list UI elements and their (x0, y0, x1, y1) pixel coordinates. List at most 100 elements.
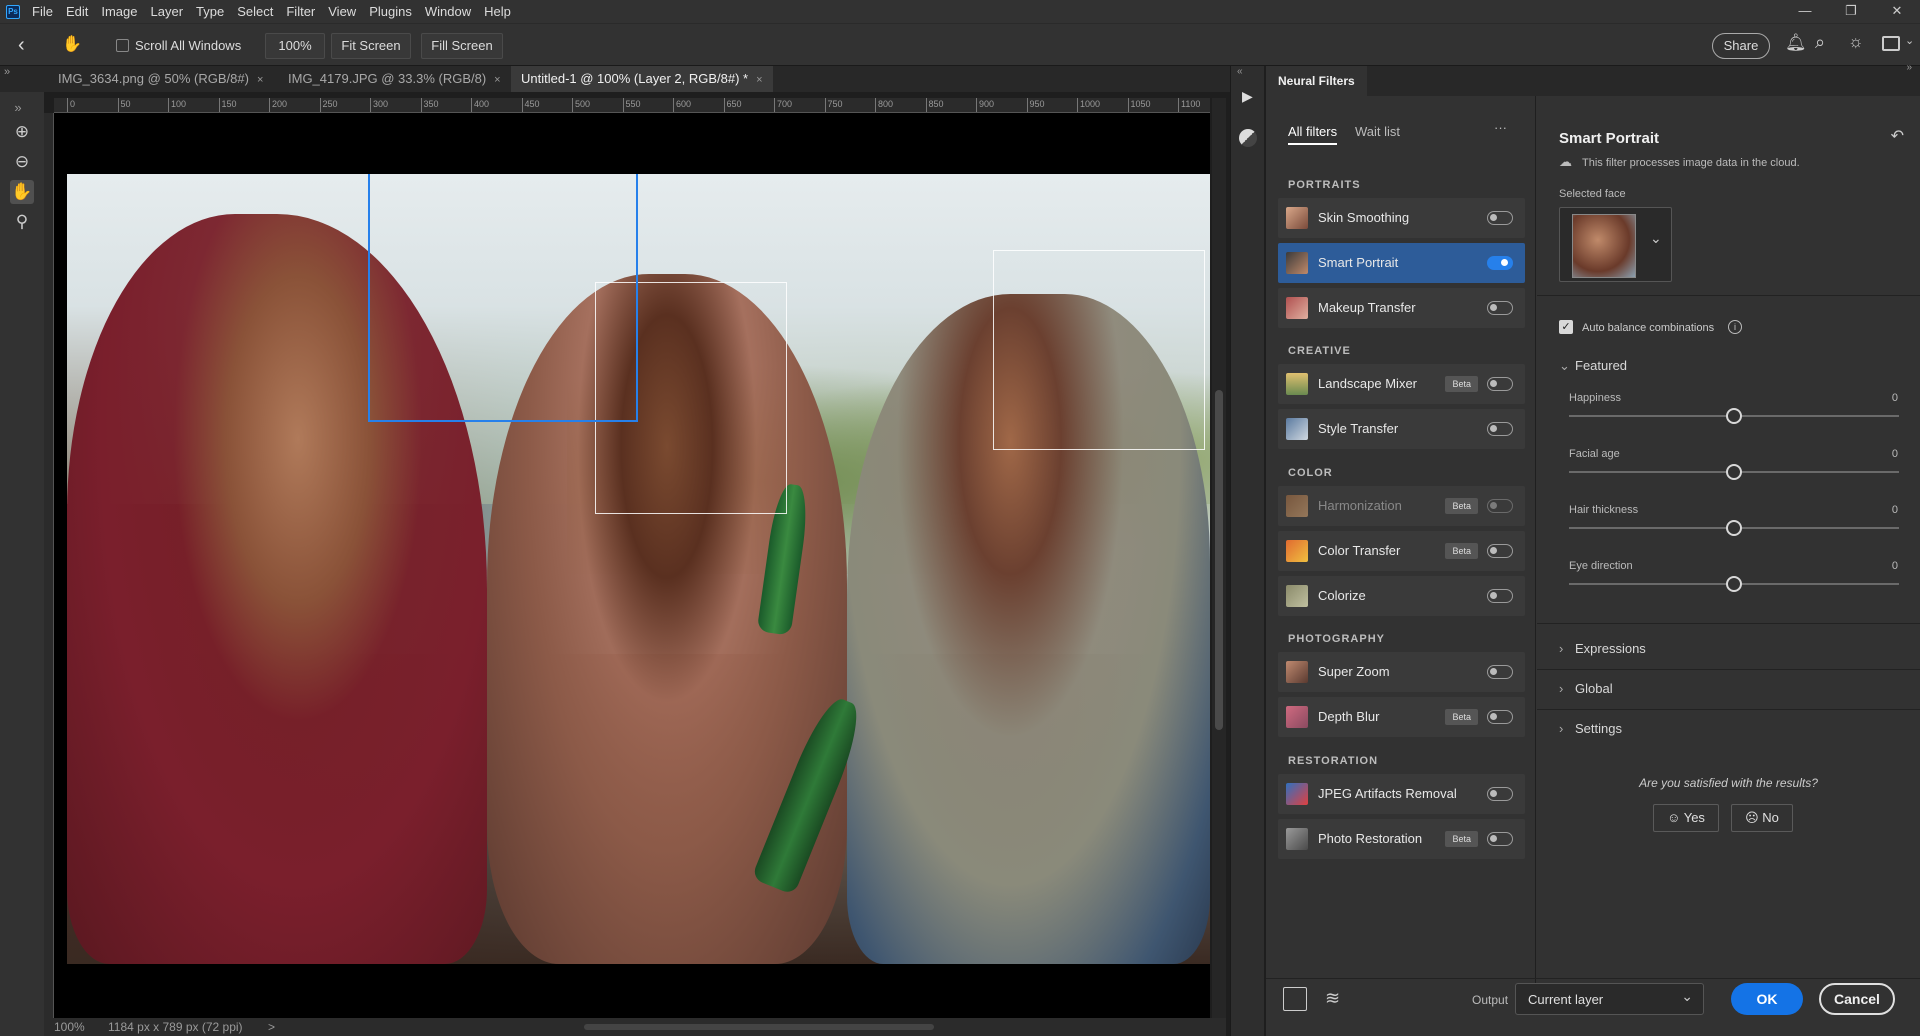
filter-skin-smoothing[interactable]: Skin Smoothing (1278, 198, 1525, 238)
scrollbar-thumb[interactable] (1215, 390, 1223, 730)
hand-tool-icon[interactable]: ✋ (62, 34, 82, 54)
reset-icon[interactable]: ↶ (1891, 126, 1904, 146)
tab-img-3634[interactable]: IMG_3634.png @ 50% (RGB/8#) × (48, 66, 273, 92)
feedback-no-button[interactable]: ☹ No (1731, 804, 1793, 832)
status-zoom[interactable]: 100% (54, 1018, 85, 1036)
back-arrow-icon[interactable]: ‹ (18, 34, 25, 57)
more-options-icon[interactable]: ··· (1494, 120, 1507, 135)
filter-smart-portrait[interactable]: Smart Portrait (1278, 243, 1525, 283)
filter-colorize[interactable]: Colorize (1278, 576, 1525, 616)
facial-age-value[interactable]: 0 (1892, 448, 1898, 460)
restore-button[interactable]: ❐ (1828, 0, 1874, 23)
filter-makeup-transfer[interactable]: Makeup Transfer (1278, 288, 1525, 328)
adjustments-icon[interactable] (1239, 129, 1257, 147)
status-menu-arrow[interactable]: > (268, 1018, 275, 1036)
horizontal-scrollbar-thumb[interactable] (584, 1024, 934, 1030)
filter-jpeg-artifacts-removal[interactable]: JPEG Artifacts Removal (1278, 774, 1525, 814)
menu-window[interactable]: Window (425, 4, 471, 19)
super-zoom-toggle[interactable] (1487, 665, 1513, 679)
layers-icon[interactable]: ≋ (1325, 988, 1340, 1009)
eye-direction-slider-knob[interactable] (1726, 576, 1742, 592)
color-transfer-toggle[interactable] (1487, 544, 1513, 558)
bell-icon[interactable]: 🔔︎ (1785, 33, 1807, 53)
depth-blur-toggle[interactable] (1487, 710, 1513, 724)
tab-close-icon[interactable]: × (257, 74, 263, 86)
output-select[interactable]: Current layer ⌄ (1515, 983, 1704, 1015)
skin-smoothing-toggle[interactable] (1487, 211, 1513, 225)
menu-edit[interactable]: Edit (66, 4, 88, 19)
menu-plugins[interactable]: Plugins (369, 4, 412, 19)
filter-super-zoom[interactable]: Super Zoom (1278, 652, 1525, 692)
filter-landscape-mixer[interactable]: Landscape Mixer Beta (1278, 364, 1525, 404)
zoom-out-icon[interactable]: ⊖ (10, 150, 34, 174)
happiness-value[interactable]: 0 (1892, 392, 1898, 404)
tab-close-icon[interactable]: × (756, 74, 762, 86)
zoom-value-field[interactable]: 100% (265, 33, 325, 59)
filter-photo-restoration[interactable]: Photo Restoration Beta (1278, 819, 1525, 859)
minimize-button[interactable]: — (1782, 0, 1828, 23)
menu-view[interactable]: View (328, 4, 356, 19)
collapse-strip-icon[interactable]: « (1237, 66, 1243, 77)
tab-wait-list[interactable]: Wait list (1355, 124, 1400, 139)
hair-thickness-slider-knob[interactable] (1726, 520, 1742, 536)
fill-screen-button[interactable]: Fill Screen (421, 33, 503, 59)
settings-section-header[interactable]: › Settings (1559, 721, 1622, 736)
menu-select[interactable]: Select (237, 4, 273, 19)
jpeg-artifacts-toggle[interactable] (1487, 787, 1513, 801)
filter-style-transfer[interactable]: Style Transfer (1278, 409, 1525, 449)
filter-color-transfer[interactable]: Color Transfer Beta (1278, 531, 1525, 571)
document-canvas[interactable] (54, 113, 1210, 1018)
tab-close-icon[interactable]: × (494, 74, 500, 86)
menu-filter[interactable]: Filter (286, 4, 315, 19)
tab-img-4179[interactable]: IMG_4179.JPG @ 33.3% (RGB/8) × (278, 66, 511, 92)
expressions-section-header[interactable]: › Expressions (1559, 641, 1646, 656)
fit-screen-button[interactable]: Fit Screen (331, 33, 411, 59)
photo-restoration-toggle[interactable] (1487, 832, 1513, 846)
collapse-panel-icon[interactable]: » (1906, 62, 1912, 73)
canvas-vertical-scrollbar[interactable] (1212, 98, 1226, 1018)
expand-toolbar-icon[interactable]: » (6, 96, 30, 120)
facial-age-slider-knob[interactable] (1726, 464, 1742, 480)
menu-file[interactable]: File (32, 4, 53, 19)
workspace-chevron-down-icon[interactable]: ⌄ (1905, 34, 1914, 47)
makeup-transfer-toggle[interactable] (1487, 301, 1513, 315)
chevron-down-icon[interactable]: ⌄ (1650, 230, 1662, 247)
zoom-in-icon[interactable]: ⊕ (10, 120, 34, 144)
tab-untitled-1[interactable]: Untitled-1 @ 100% (Layer 2, RGB/8#) * × (511, 66, 773, 92)
feedback-yes-button[interactable]: ☺ Yes (1653, 804, 1719, 832)
auto-balance-checkbox[interactable]: ✓ (1559, 320, 1573, 334)
tab-all-filters[interactable]: All filters (1288, 124, 1338, 145)
filter-depth-blur[interactable]: Depth Blur Beta (1278, 697, 1525, 737)
featured-section-header[interactable]: ⌄ Featured (1559, 358, 1627, 374)
face-selector[interactable]: ⌄ (1559, 207, 1672, 282)
style-transfer-toggle[interactable] (1487, 422, 1513, 436)
search-icon[interactable]: ⌕ (1815, 32, 1825, 53)
colorize-toggle[interactable] (1487, 589, 1513, 603)
face-box-selected[interactable] (368, 174, 638, 422)
zoom-tool-icon[interactable]: ⚲ (10, 210, 34, 234)
ok-button[interactable]: OK (1731, 983, 1803, 1015)
smart-portrait-toggle[interactable] (1487, 256, 1513, 270)
menu-layer[interactable]: Layer (151, 4, 184, 19)
menu-image[interactable]: Image (101, 4, 137, 19)
menu-type[interactable]: Type (196, 4, 224, 19)
hair-thickness-value[interactable]: 0 (1892, 504, 1898, 516)
harmonization-toggle[interactable] (1487, 499, 1513, 513)
menu-help[interactable]: Help (484, 4, 511, 19)
panel-title[interactable]: Neural Filters (1266, 66, 1367, 96)
compare-view-icon[interactable] (1283, 987, 1307, 1011)
play-actions-icon[interactable]: ▶ (1242, 88, 1253, 105)
hand-tool-icon[interactable]: ✋ (10, 180, 34, 204)
scroll-all-windows-checkbox[interactable] (116, 39, 129, 52)
lightbulb-icon[interactable]: ☼ (1848, 32, 1864, 52)
global-section-header[interactable]: › Global (1559, 681, 1613, 696)
share-button[interactable]: Share (1712, 33, 1770, 59)
info-icon[interactable]: i (1728, 320, 1742, 334)
landscape-mixer-toggle[interactable] (1487, 377, 1513, 391)
cancel-button[interactable]: Cancel (1819, 983, 1895, 1015)
workspace-icon[interactable] (1882, 36, 1900, 51)
collapse-panels-icon[interactable]: » (4, 66, 10, 78)
happiness-slider-knob[interactable] (1726, 408, 1742, 424)
close-button[interactable]: ✕ (1874, 0, 1920, 23)
eye-direction-value[interactable]: 0 (1892, 560, 1898, 572)
